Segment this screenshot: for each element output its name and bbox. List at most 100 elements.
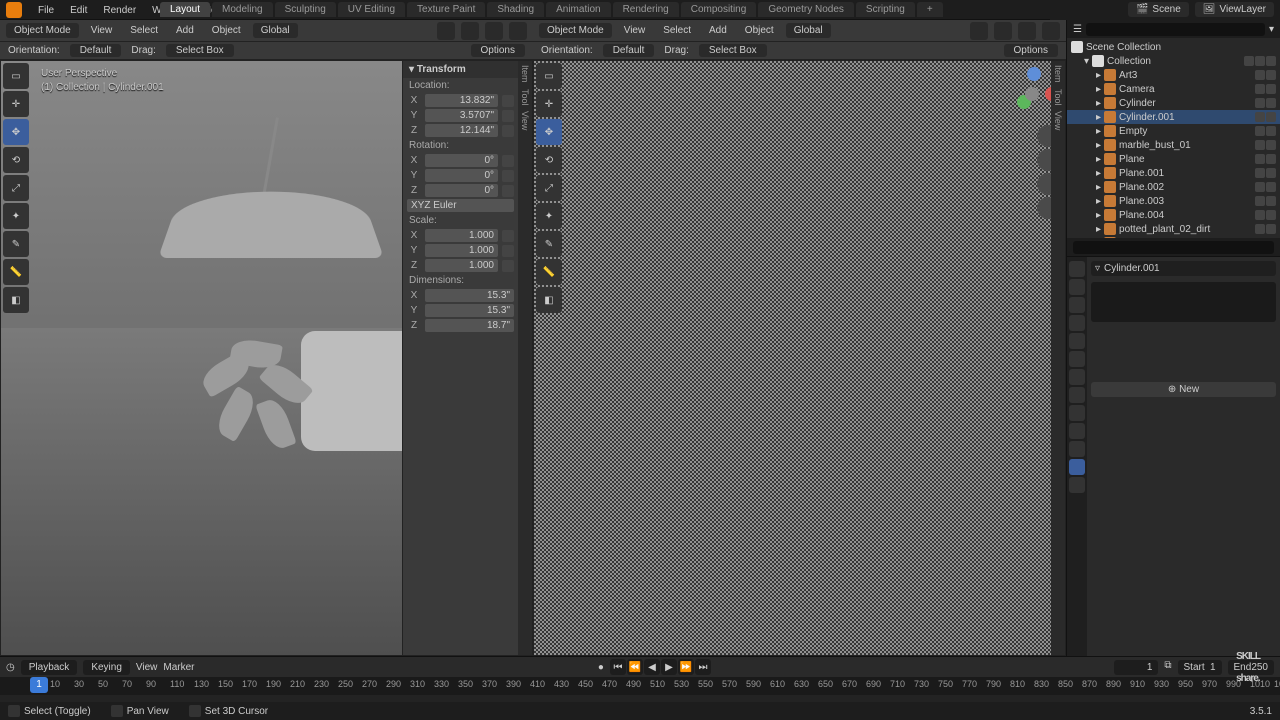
- eye-icon[interactable]: [1255, 196, 1265, 206]
- playhead[interactable]: 1: [30, 677, 48, 693]
- hdr-view[interactable]: View: [85, 23, 119, 38]
- timeline-editor-icon[interactable]: ◷: [6, 662, 15, 673]
- tree-collection[interactable]: ▾Collection: [1067, 54, 1280, 68]
- shading-rendered-icon[interactable]: [509, 22, 527, 40]
- drag-dropdown[interactable]: Select Box: [166, 44, 234, 57]
- tree-item[interactable]: ▸marble_bust_01: [1067, 138, 1280, 152]
- eye-icon[interactable]: [1255, 182, 1265, 192]
- mode-dropdown-r[interactable]: Object Mode: [539, 23, 612, 38]
- prop-tab-data-icon[interactable]: [1069, 441, 1085, 457]
- tool-rotate[interactable]: ⟲: [3, 147, 29, 173]
- hdr-object-r[interactable]: Object: [739, 23, 780, 38]
- prev-key-icon[interactable]: ⏪: [627, 659, 643, 675]
- tool-transform[interactable]: ✦: [3, 203, 29, 229]
- mode-dropdown[interactable]: Object Mode: [6, 23, 79, 38]
- tl-marker[interactable]: Marker: [163, 662, 194, 673]
- tree-item[interactable]: ▸Plane.002: [1067, 180, 1280, 194]
- lock-icon[interactable]: [502, 95, 514, 107]
- viewlayer-selector[interactable]: 🖼ViewLayer: [1195, 2, 1274, 17]
- tab-add[interactable]: +: [917, 2, 943, 17]
- lock-icon[interactable]: [502, 185, 514, 197]
- prop-tab-viewlayer-icon[interactable]: [1069, 297, 1085, 313]
- npanel-header[interactable]: ▾ Transform: [403, 61, 518, 78]
- tl-playback[interactable]: Playback: [21, 660, 78, 675]
- hdr-view-r[interactable]: View: [618, 23, 652, 38]
- orientation-dropdown[interactable]: Default: [70, 44, 122, 57]
- render-icon[interactable]: [1266, 126, 1276, 136]
- new-material-button[interactable]: ⊕ New: [1091, 382, 1276, 397]
- eye-icon[interactable]: [1255, 154, 1265, 164]
- tree-item[interactable]: ▸Art3: [1067, 68, 1280, 82]
- loc-x-input[interactable]: 13.832": [425, 94, 498, 107]
- rot-y-input[interactable]: 0°: [425, 169, 498, 182]
- shading-solid-icon[interactable]: [461, 22, 479, 40]
- shading-matprev-icon[interactable]: [485, 22, 503, 40]
- viewport-right[interactable]: ▭ ✛ ✥ ⟲ ⤢ ✦ ✎ 📏 ◧ Item Tool View: [533, 60, 1066, 656]
- lock-icon[interactable]: [502, 110, 514, 122]
- autokey-icon[interactable]: ●: [598, 662, 604, 673]
- render-icon[interactable]: [1266, 154, 1276, 164]
- tool-annotate[interactable]: ✎: [3, 231, 29, 257]
- npanel-tab-item-r[interactable]: Item: [1053, 65, 1063, 83]
- tool-measure-r[interactable]: 📏: [536, 259, 562, 285]
- tl-keying[interactable]: Keying: [83, 660, 130, 675]
- scale-y-input[interactable]: 1.000: [425, 244, 498, 257]
- tree-item[interactable]: ▸Plane.004: [1067, 208, 1280, 222]
- rotation-mode-dropdown[interactable]: XYZ Euler: [407, 199, 514, 212]
- lock-icon[interactable]: [502, 260, 514, 272]
- play-reverse-icon[interactable]: ◀: [644, 659, 660, 675]
- lock-icon[interactable]: [502, 245, 514, 257]
- lock-icon[interactable]: [502, 125, 514, 137]
- shading-wire-icon-r[interactable]: [970, 22, 988, 40]
- next-key-icon[interactable]: ⏩: [678, 659, 694, 675]
- scale-z-input[interactable]: 1.000: [425, 259, 498, 272]
- render-icon[interactable]: [1266, 224, 1276, 234]
- render-icon[interactable]: [1266, 168, 1276, 178]
- properties-search-input[interactable]: [1073, 241, 1274, 254]
- hdr-select-r[interactable]: Select: [657, 23, 697, 38]
- prop-tab-world-icon[interactable]: [1069, 333, 1085, 349]
- hdr-object[interactable]: Object: [206, 23, 247, 38]
- timeline-ruler[interactable]: 1 10305070901101301501701902102302502702…: [0, 677, 1280, 695]
- tab-texpaint[interactable]: Texture Paint: [407, 2, 485, 17]
- lock-icon[interactable]: [502, 170, 514, 182]
- tool-scale-r[interactable]: ⤢: [536, 175, 562, 201]
- options-dropdown-r[interactable]: Options: [1004, 44, 1058, 57]
- render-icon[interactable]: [1266, 84, 1276, 94]
- outliner-search-input[interactable]: [1086, 23, 1265, 36]
- eye-icon[interactable]: [1255, 168, 1265, 178]
- npanel-tab-tool[interactable]: Tool: [520, 89, 530, 106]
- current-frame-input[interactable]: 1: [1114, 660, 1158, 675]
- prop-tab-object-icon[interactable]: [1069, 351, 1085, 367]
- render-icon[interactable]: [1266, 196, 1276, 206]
- npanel-tab-tool-r[interactable]: Tool: [1053, 89, 1063, 106]
- eye-icon[interactable]: [1255, 224, 1265, 234]
- prop-tab-scene-icon[interactable]: [1069, 315, 1085, 331]
- hdr-add[interactable]: Add: [170, 23, 200, 38]
- preview-range-icon[interactable]: ⧉: [1164, 660, 1171, 675]
- lock-icon[interactable]: [502, 230, 514, 242]
- tool-cursor-r[interactable]: ✛: [536, 91, 562, 117]
- prop-tab-particle-icon[interactable]: [1069, 387, 1085, 403]
- scene-selector[interactable]: 🎬Scene: [1128, 2, 1189, 17]
- npanel-tab-view-r[interactable]: View: [1053, 111, 1063, 130]
- play-icon[interactable]: ▶: [661, 659, 677, 675]
- material-datablock[interactable]: ▿ Cylinder.001: [1091, 261, 1276, 276]
- loc-z-input[interactable]: 12.144": [425, 124, 498, 137]
- lock-icon[interactable]: [502, 155, 514, 167]
- eye-icon[interactable]: [1255, 84, 1265, 94]
- prop-tab-material-icon[interactable]: [1069, 459, 1085, 475]
- tool-add-primitive-r[interactable]: ◧: [536, 287, 562, 313]
- render-icon[interactable]: [1266, 140, 1276, 150]
- outliner-tree[interactable]: Scene Collection ▾Collection ▸Art3▸Camer…: [1067, 38, 1280, 238]
- prop-tab-physics-icon[interactable]: [1069, 405, 1085, 421]
- tool-select-box[interactable]: ▭: [3, 63, 29, 89]
- render-icon[interactable]: [1266, 182, 1276, 192]
- tool-transform-r[interactable]: ✦: [536, 203, 562, 229]
- tool-move-r[interactable]: ✥: [536, 119, 562, 145]
- tab-scripting[interactable]: Scripting: [856, 2, 915, 17]
- tool-select-box-r[interactable]: ▭: [536, 63, 562, 89]
- dim-x-input[interactable]: 15.3": [425, 289, 514, 302]
- tab-uv[interactable]: UV Editing: [338, 2, 405, 17]
- tool-measure[interactable]: 📏: [3, 259, 29, 285]
